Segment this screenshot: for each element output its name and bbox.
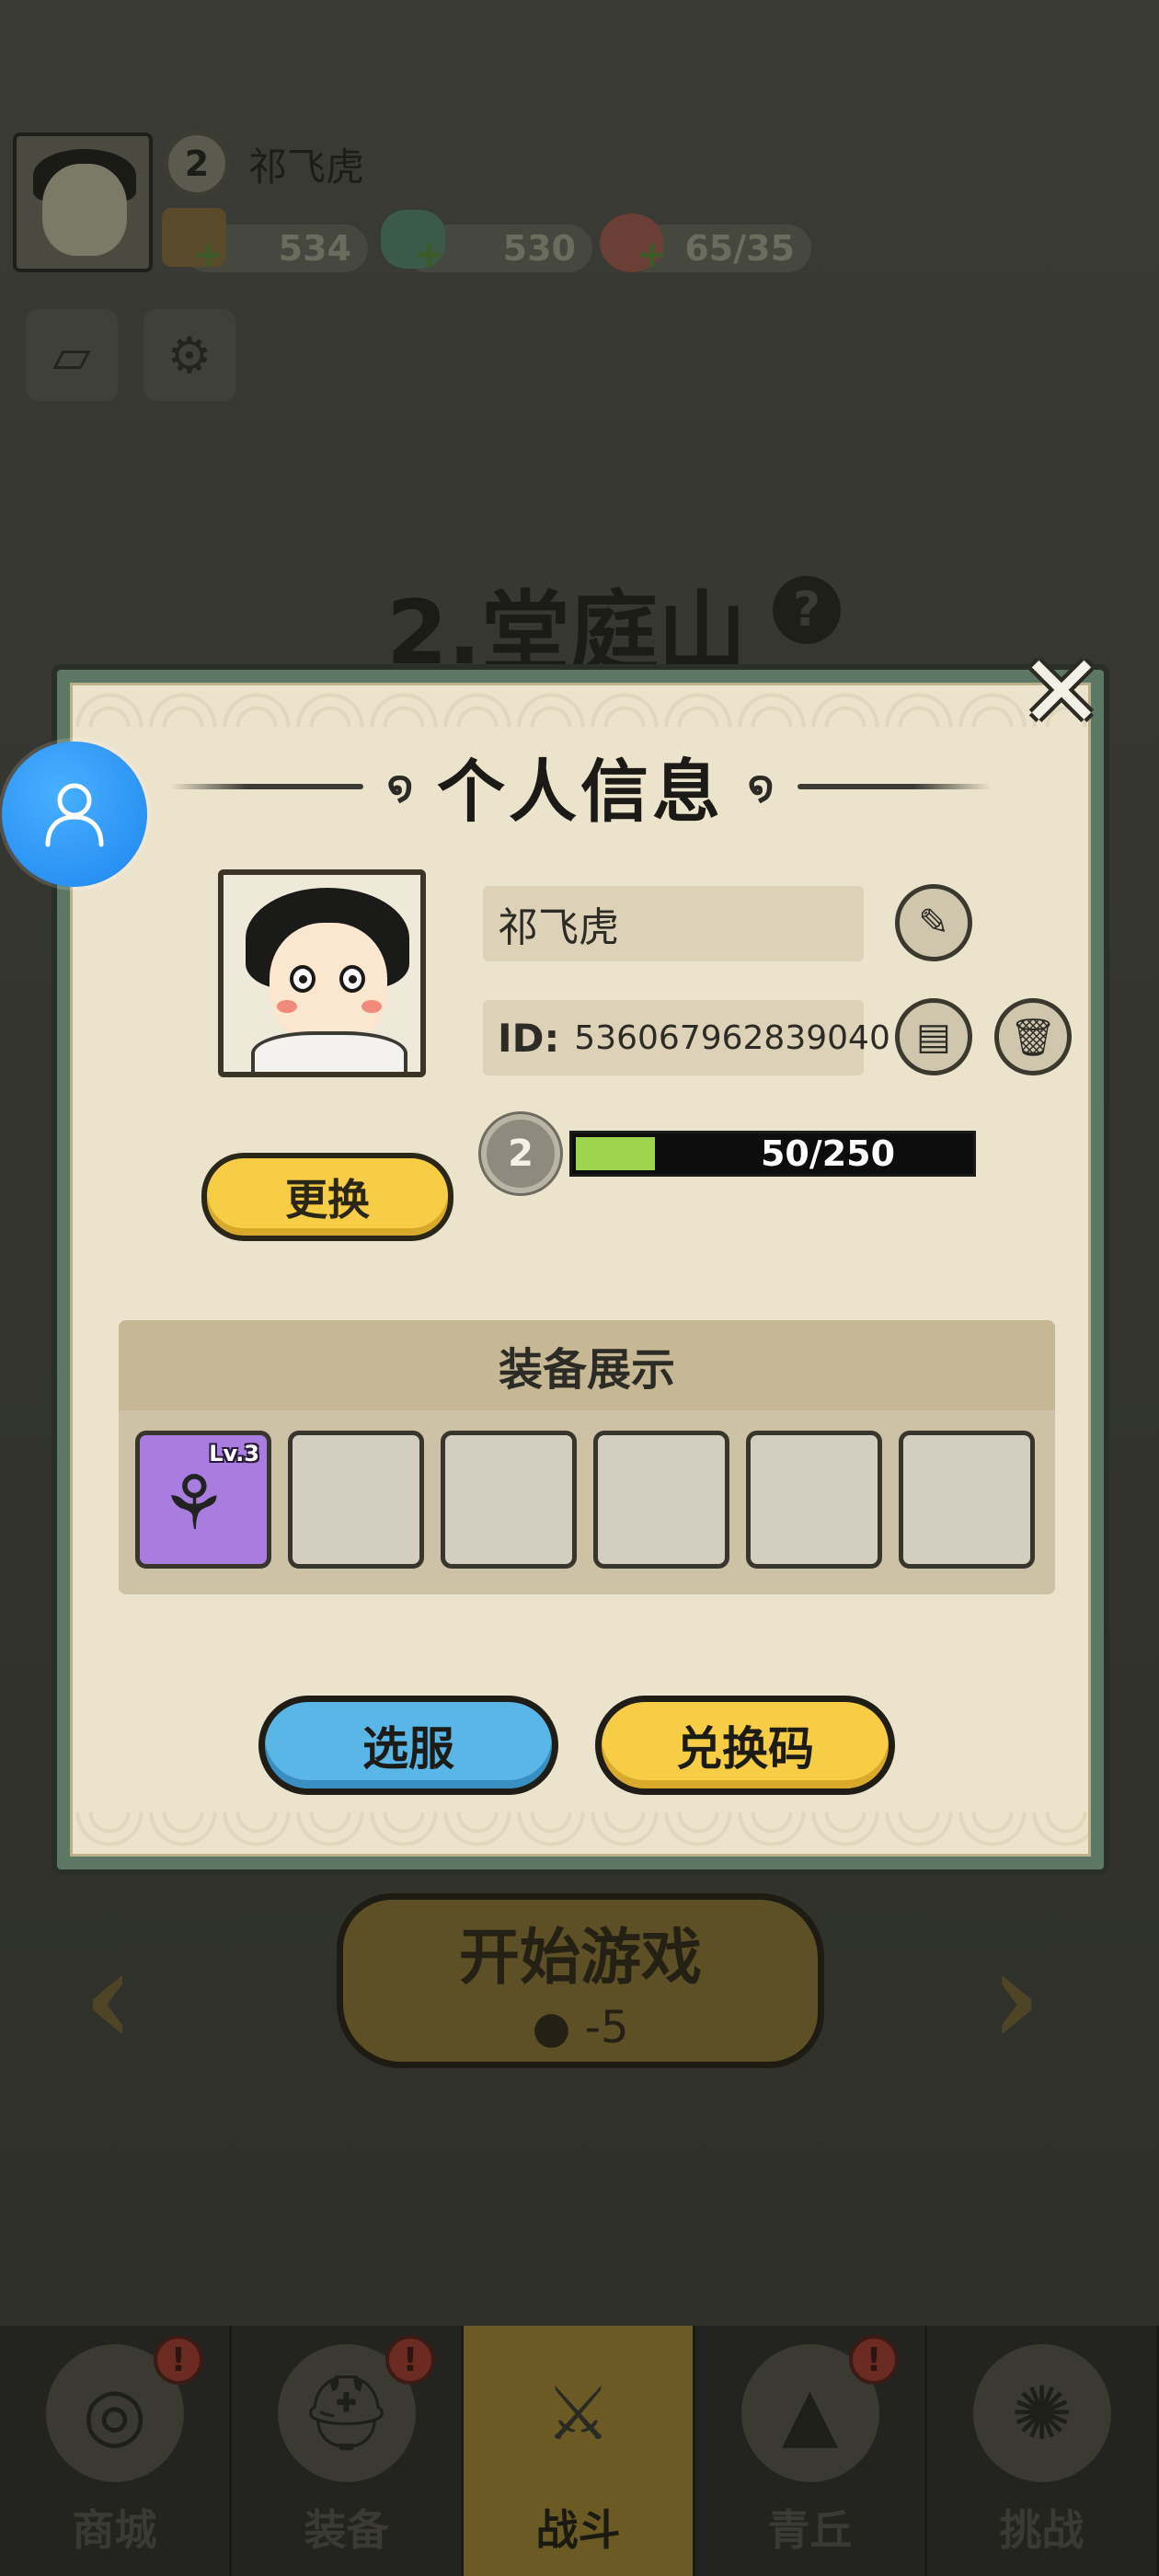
tab-shop-label: 商城	[72, 2505, 157, 2555]
equipment-slot[interactable]	[441, 1431, 577, 1569]
player-name-field: 祁飞虎	[483, 886, 864, 961]
level-badge: 2	[481, 1114, 560, 1193]
user-icon	[45, 783, 104, 847]
tab-shop[interactable]: ◎ 商城 !	[0, 2326, 232, 2576]
id-label: ID:	[498, 1015, 560, 1061]
start-game-cost-value: -5	[584, 2002, 629, 2053]
edit-name-brush-icon[interactable]: ✎	[895, 884, 972, 961]
tab-challenge[interactable]: ✺ 挑战	[927, 2326, 1159, 2576]
flower-staff-icon: ⚘	[160, 1460, 228, 1547]
crossed-swords-icon: ⚔	[545, 2370, 612, 2456]
notification-badge: !	[849, 2335, 899, 2385]
redeem-code-button[interactable]: 兑换码	[595, 1696, 895, 1795]
change-avatar-button[interactable]: 更换	[201, 1153, 453, 1241]
start-game-label: 开始游戏	[459, 1922, 702, 1993]
prev-stage-arrow-icon[interactable]: ‹	[83, 1923, 134, 2074]
gold-value: 534	[278, 228, 351, 269]
start-game-button[interactable]: 开始游戏 ● -5	[337, 1893, 824, 2068]
copy-id-icon[interactable]: ▤	[895, 998, 972, 1075]
tab-equipment-label: 装备	[304, 2505, 389, 2555]
gold-add-icon[interactable]: +	[193, 234, 224, 276]
profile-modal: ✕ ໑ 个人信息 ໑ 更换 祁飞虎 ✎ ID: 536067962839040	[52, 641, 1109, 1875]
floating-user-button[interactable]	[2, 742, 147, 887]
help-icon[interactable]: ?	[773, 576, 841, 644]
modal-title-row: ໑ 个人信息 ໑	[73, 737, 1088, 835]
wave-pattern-bottom	[73, 1771, 1088, 1854]
avatar-scarf	[251, 1031, 407, 1072]
equipment-slot[interactable]	[899, 1431, 1035, 1569]
profile-avatar	[218, 869, 426, 1077]
equipment-slot[interactable]: Lv.3 ⚘	[135, 1431, 271, 1569]
notification-badge: !	[154, 2335, 203, 2385]
tab-qingqiu-label: 青丘	[767, 2505, 853, 2555]
player-id-field: ID: 536067962839040	[483, 1000, 890, 1075]
start-game-cost: ● -5	[532, 2002, 628, 2053]
player-level-badge: 2	[164, 131, 230, 197]
challenge-icon: ✺	[972, 2344, 1111, 2482]
jade-add-icon[interactable]: +	[414, 234, 445, 276]
title-ornament-left	[169, 783, 363, 789]
avatar-face	[270, 923, 387, 1044]
tab-battle-label: 战斗	[535, 2505, 621, 2555]
gear-icon[interactable]: ⚙	[143, 309, 235, 401]
stamina-add-icon[interactable]: +	[637, 234, 668, 276]
delete-trash-icon[interactable]: 🗑	[994, 998, 1072, 1075]
bottom-nav: ◎ 商城 ! ⛑ 装备 ! ⚔ 战斗 ▲ 青丘 ! ✺ 挑战	[0, 2326, 1159, 2576]
experience-text: 50/250	[760, 1133, 896, 1174]
close-icon[interactable]: ✕	[1017, 641, 1106, 742]
player-name: 祁飞虎	[248, 144, 365, 190]
equipment-slot-row: Lv.3 ⚘	[135, 1431, 1035, 1569]
id-value: 536067962839040	[574, 1018, 890, 1057]
tab-battle[interactable]: ⚔ 战斗	[464, 2326, 695, 2576]
peach-cost-icon: ●	[532, 2002, 571, 2053]
equipment-slot[interactable]	[746, 1431, 882, 1569]
notification-badge: !	[385, 2335, 435, 2385]
modal-title: 个人信息	[437, 753, 724, 832]
profile-panel: ໑ 个人信息 ໑ 更换 祁飞虎 ✎ ID: 536067962839040 ▤ …	[70, 683, 1091, 1857]
cloud-ornament-icon: ໑	[386, 763, 413, 810]
stamina-value: 65/35	[684, 228, 795, 269]
equipment-slot[interactable]	[288, 1431, 424, 1569]
title-ornament-right	[798, 783, 992, 789]
tab-equipment[interactable]: ⛑ 装备 !	[232, 2326, 464, 2576]
select-server-button[interactable]: 选服	[258, 1696, 558, 1795]
avatar-face	[42, 164, 127, 256]
equipment-showcase-title: 装备展示	[119, 1320, 1055, 1410]
scroll-icon[interactable]: ▱	[26, 309, 118, 401]
avatar-blush-left	[277, 1000, 297, 1013]
tab-challenge-label: 挑战	[999, 2505, 1084, 2555]
avatar-eye-right	[339, 965, 365, 993]
next-stage-arrow-icon[interactable]: ›	[990, 1923, 1041, 2074]
tab-qingqiu[interactable]: ▲ 青丘 !	[695, 2326, 927, 2576]
cloud-ornament-icon: ໑	[748, 763, 775, 810]
avatar-blush-right	[361, 1000, 382, 1013]
experience-bar: 50/250	[569, 1131, 976, 1177]
jade-value: 530	[502, 228, 576, 269]
equipment-showcase: 装备展示 Lv.3 ⚘	[119, 1320, 1055, 1594]
equipment-slot[interactable]	[593, 1431, 729, 1569]
player-avatar[interactable]	[13, 132, 153, 272]
avatar-eye-left	[290, 965, 316, 993]
